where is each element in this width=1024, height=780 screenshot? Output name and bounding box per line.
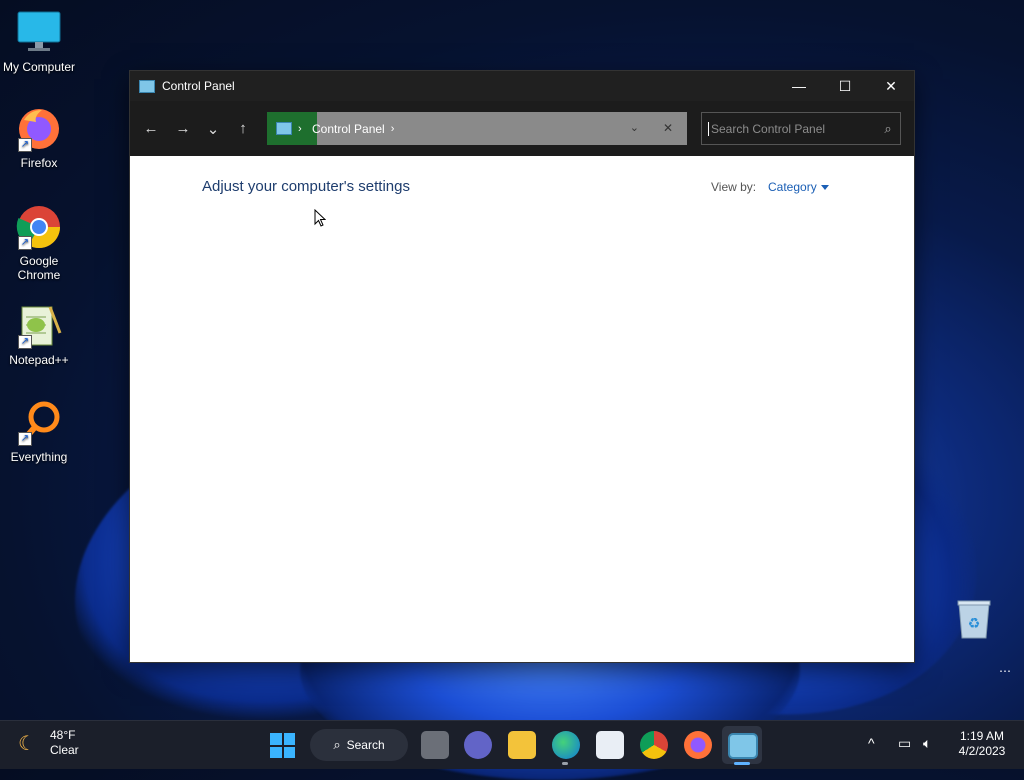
view-by-label: View by:: [711, 180, 757, 194]
desktop-icon-label: Firefox: [20, 156, 58, 170]
volume-icon[interactable]: 🔈︎: [923, 735, 931, 752]
monitor-icon: [16, 10, 62, 56]
address-root[interactable]: ›: [267, 112, 317, 145]
active-indicator: [734, 762, 750, 765]
show-hidden-icons-chevron-icon[interactable]: ^: [868, 735, 875, 751]
shortcut-arrow-icon: ↗: [18, 138, 32, 152]
desktop-icon-label: Everything: [10, 450, 68, 464]
magnifier-icon: ↗: [16, 400, 62, 446]
navigation-toolbar: ← → ⌄ ↑ › Control Panel › ⌄ ✕ ⌕: [130, 101, 914, 156]
network-icon[interactable]: ▭: [898, 735, 911, 752]
dropdown-triangle-icon: [820, 185, 829, 191]
notepadpp-icon: ↗: [16, 303, 62, 349]
up-arrow-icon[interactable]: ↑: [227, 113, 259, 145]
view-by-dropdown[interactable]: Category: [768, 180, 829, 194]
recycle-bin-icon[interactable]: ♻: [956, 598, 992, 640]
search-input[interactable]: [709, 120, 876, 137]
svg-text:♻: ♻: [968, 616, 981, 632]
chevron-right-icon: ›: [298, 122, 302, 135]
back-arrow-icon[interactable]: ←: [135, 113, 167, 145]
chrome-icon: ↗: [16, 204, 62, 250]
control-panel-icon: [139, 79, 155, 93]
chevron-right-icon[interactable]: ›: [391, 123, 395, 135]
shortcut-arrow-icon: ↗: [18, 432, 32, 446]
minimize-button[interactable]: —: [776, 71, 822, 101]
windows-logo-pane: [270, 733, 282, 745]
file-explorer-icon[interactable]: [508, 731, 536, 759]
windows-logo-pane: [283, 733, 295, 745]
desktop-icon-label: Notepad++: [9, 353, 69, 367]
start-button[interactable]: [270, 733, 295, 758]
desktop-icon-chrome[interactable]: ↗ Google Chrome: [0, 204, 78, 282]
page-title: Adjust your computer's settings: [202, 178, 410, 195]
desktop-icon-my-computer[interactable]: My Computer: [0, 10, 78, 74]
taskbar-search-label: Search: [346, 738, 385, 752]
desktop-icon-everything[interactable]: ↗ Everything: [0, 400, 78, 464]
weather-temp: 48°F: [50, 728, 76, 742]
search-icon: ⌕: [333, 737, 341, 752]
firefox-taskbar-icon[interactable]: [684, 731, 712, 759]
chrome-taskbar-icon[interactable]: [640, 731, 668, 759]
control-panel-taskbar-icon[interactable]: [728, 733, 758, 759]
view-by-value: Category: [768, 180, 817, 194]
desktop-icon-label: My Computer: [2, 60, 76, 74]
maximize-button[interactable]: ☐: [822, 71, 868, 101]
microsoft-store-icon[interactable]: [596, 731, 624, 759]
control-panel-icon: [276, 122, 292, 135]
title-bar[interactable]: Control Panel — ☐ ✕: [130, 71, 914, 101]
windows-logo-pane: [283, 746, 295, 758]
desktop-icon-notepadpp[interactable]: ↗ Notepad++: [0, 303, 78, 367]
recent-locations-chevron-icon[interactable]: ⌄: [199, 113, 227, 145]
breadcrumb-control-panel[interactable]: Control Panel: [312, 122, 385, 136]
window-title: Control Panel: [162, 79, 235, 93]
forward-arrow-icon[interactable]: →: [167, 113, 199, 145]
content-pane: Adjust your computer's settings View by:…: [130, 156, 914, 662]
clock-time: 1:19 AM: [959, 729, 1005, 743]
edge-icon[interactable]: [552, 731, 580, 759]
shortcut-arrow-icon: ↗: [18, 236, 32, 250]
search-icon[interactable]: ⌕: [876, 121, 900, 137]
system-clock[interactable]: 1:19 AM 4/2/2023: [950, 729, 1014, 759]
teams-chat-icon[interactable]: [464, 731, 492, 759]
task-view-icon[interactable]: [421, 731, 449, 759]
desktop-icon-label: Google Chrome: [17, 254, 61, 282]
address-dropdown-icon[interactable]: ⌄: [630, 121, 639, 134]
close-button[interactable]: ✕: [868, 71, 914, 101]
mouse-cursor-icon: [314, 209, 326, 227]
search-box[interactable]: ⌕: [701, 112, 901, 145]
more-options-icon[interactable]: ⋯: [999, 664, 1011, 678]
weather-widget[interactable]: ☾ 48°F Clear: [18, 728, 79, 758]
weather-condition: Clear: [50, 743, 79, 757]
taskbar: ☾ 48°F Clear ⌕ Search ^ ▭ 🔈︎ 1:19 AM 4/2…: [0, 720, 1024, 769]
shortcut-arrow-icon: ↗: [18, 335, 32, 349]
control-panel-window: Control Panel — ☐ ✕ ← → ⌄ ↑ › Control Pa…: [130, 71, 914, 662]
clear-address-icon[interactable]: ✕: [663, 121, 673, 135]
firefox-icon: ↗: [16, 106, 62, 152]
desktop-icon-firefox[interactable]: ↗ Firefox: [0, 106, 78, 170]
running-indicator: [562, 762, 568, 765]
address-bar[interactable]: › Control Panel › ⌄ ✕: [267, 112, 687, 145]
windows-logo-pane: [270, 746, 282, 758]
moon-icon: ☾: [18, 733, 36, 755]
clock-date: 4/2/2023: [958, 744, 1006, 758]
taskbar-search-button[interactable]: ⌕ Search: [310, 729, 408, 761]
